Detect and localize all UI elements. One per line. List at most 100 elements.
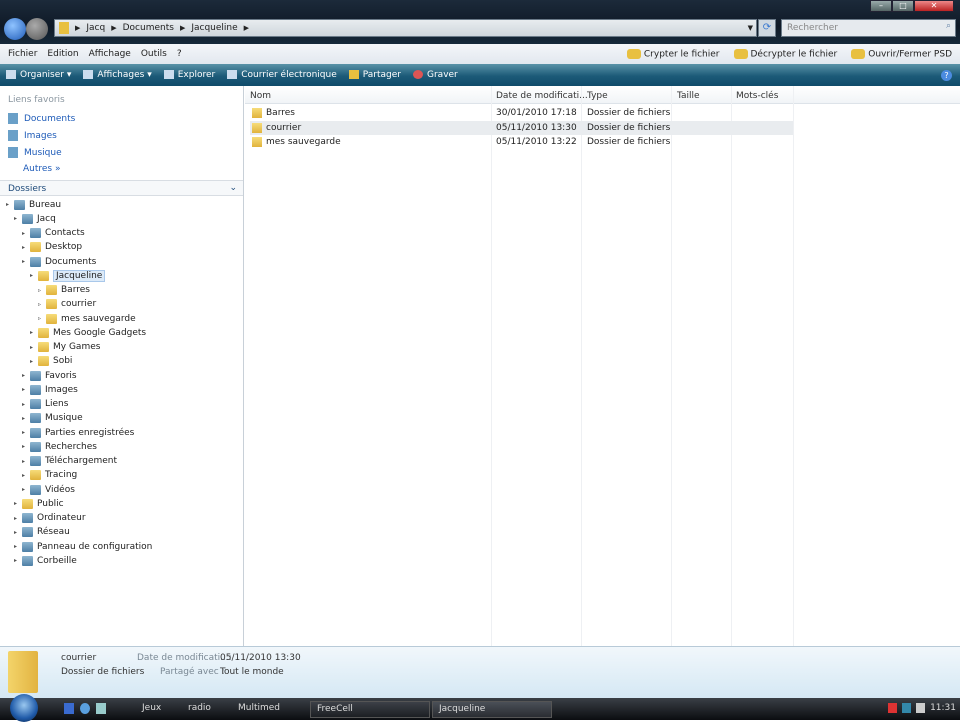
tree-item[interactable]: ▸ Ordinateur	[14, 512, 86, 525]
expand-toggle-icon[interactable]: ▸	[14, 215, 22, 222]
expand-toggle-icon[interactable]: ▸	[30, 329, 38, 336]
expand-toggle-icon[interactable]: ▸	[22, 401, 30, 408]
search-input[interactable]: Rechercher ⌕	[781, 19, 956, 37]
tree-item[interactable]: ▸ Images	[22, 383, 78, 396]
minimize-button[interactable]: –	[870, 0, 892, 12]
email-button[interactable]: Courrier électronique	[227, 70, 337, 80]
menu-affichage[interactable]: Affichage	[89, 49, 131, 59]
chevron-down-icon[interactable]: ▼	[748, 24, 753, 32]
tree-item[interactable]: ▸ Contacts	[22, 227, 85, 240]
decrypt-file-button[interactable]: Décrypter le fichier	[733, 48, 837, 59]
expand-toggle-icon[interactable]: ▸	[14, 529, 22, 536]
breadcrumb-documents[interactable]: Documents	[123, 23, 174, 33]
toolbar-multimed[interactable]: Multimed	[232, 701, 286, 718]
expand-toggle-icon[interactable]: ▸	[22, 372, 30, 379]
file-row[interactable]: Barres 30/01/2010 17:18 Dossier de fichier…	[250, 106, 793, 120]
menu-fichier[interactable]: Fichier	[8, 49, 37, 59]
favorite-documents[interactable]: Documents	[8, 113, 75, 124]
expand-toggle-icon[interactable]: ▸	[22, 386, 30, 393]
expand-toggle-icon[interactable]: ▸	[30, 344, 38, 351]
forward-button[interactable]	[26, 18, 48, 40]
expand-toggle-icon[interactable]: ▸	[30, 358, 38, 365]
favorite-music[interactable]: Musique	[8, 147, 62, 158]
tree-item[interactable]: ▸ Recherches	[22, 440, 97, 453]
favorite-images[interactable]: Images	[8, 130, 57, 141]
tree-item[interactable]: ▸ Jacqueline	[30, 269, 106, 282]
tree-item[interactable]: ▸ Vidéos	[22, 483, 75, 496]
expand-toggle-icon[interactable]: ▸	[22, 486, 30, 493]
expand-toggle-icon[interactable]: ▸	[14, 543, 22, 550]
back-button[interactable]	[4, 18, 26, 40]
taskbar-freecell[interactable]: FreeCell	[310, 701, 430, 718]
file-row[interactable]: courrier 05/11/2010 13:30 Dossier de fichi…	[250, 120, 793, 135]
tree-item[interactable]: ▸ Mes Google Gadgets	[30, 326, 146, 339]
expand-toggle-icon[interactable]: ▸	[22, 258, 30, 265]
tree-item[interactable]: ▸ Bureau	[6, 198, 61, 211]
column-type[interactable]: Type	[587, 91, 608, 101]
column-tags[interactable]: Mots-clés	[736, 91, 778, 101]
explore-button[interactable]: Explorer	[163, 70, 215, 80]
maximize-button[interactable]: □	[892, 0, 914, 12]
expand-toggle-icon[interactable]: ▸	[6, 201, 14, 208]
expand-toggle-icon[interactable]: ▸	[14, 500, 22, 507]
show-desktop-icon[interactable]	[64, 703, 74, 714]
expand-toggle-icon[interactable]: ▹	[38, 287, 46, 294]
tray-icon[interactable]	[888, 703, 898, 713]
internet-explorer-icon[interactable]	[80, 703, 90, 714]
network-icon[interactable]	[902, 703, 912, 713]
open-close-psd-button[interactable]: Ouvrir/Fermer PSD	[851, 48, 952, 59]
share-button[interactable]: Partager	[348, 70, 401, 80]
expand-toggle-icon[interactable]: ▸	[22, 429, 30, 436]
tree-item[interactable]: ▸ Desktop	[22, 241, 82, 254]
tree-item[interactable]: ▸ Parties enregistrées	[22, 426, 134, 439]
expand-toggle-icon[interactable]: ▸	[14, 515, 22, 522]
column-size[interactable]: Taille	[677, 91, 700, 101]
help-icon[interactable]: ?	[941, 69, 952, 81]
breadcrumb-jacq[interactable]: Jacq	[86, 23, 105, 33]
expand-toggle-icon[interactable]: ▸	[22, 244, 30, 251]
organize-button[interactable]: Organiser ▾	[6, 70, 71, 80]
switch-windows-icon[interactable]	[96, 703, 106, 714]
tree-item[interactable]: ▸ Documents	[22, 255, 96, 268]
expand-toggle-icon[interactable]: ▹	[38, 301, 46, 308]
tree-item[interactable]: ▹ mes sauvegarde	[38, 312, 136, 325]
clock[interactable]: 11:31	[930, 703, 956, 713]
taskbar-jacqueline[interactable]: Jacqueline	[432, 701, 552, 718]
refresh-button[interactable]: ⟳	[758, 19, 776, 37]
tree-item[interactable]: ▸ Réseau	[14, 526, 70, 539]
tree-item[interactable]: ▸ Musique	[22, 412, 83, 425]
expand-toggle-icon[interactable]: ▸	[22, 443, 30, 450]
expand-toggle-icon[interactable]: ▸	[22, 458, 30, 465]
tree-item[interactable]: ▹ Barres	[38, 284, 90, 297]
address-bar[interactable]: ▶ Jacq ▶ Documents ▶ Jacqueline ▶ ▼	[54, 19, 757, 37]
burn-button[interactable]: Graver	[413, 70, 458, 80]
more-favorites-link[interactable]: Autres »	[23, 164, 61, 174]
tree-item[interactable]: ▸ Jacq	[14, 212, 56, 225]
tree-item[interactable]: ▹ courrier	[38, 298, 96, 311]
menu-help[interactable]: ?	[177, 49, 182, 59]
tree-item[interactable]: ▸ Public	[14, 497, 64, 510]
tree-item[interactable]: ▸ Tracing	[22, 469, 77, 482]
start-button[interactable]	[10, 694, 38, 722]
menu-outils[interactable]: Outils	[141, 49, 167, 59]
tree-item[interactable]: ▸ Corbeille	[14, 554, 77, 567]
close-button[interactable]: ✕	[914, 0, 954, 12]
tree-item[interactable]: ▸ Téléchargement	[22, 455, 117, 468]
breadcrumb-jacqueline[interactable]: Jacqueline	[191, 23, 237, 33]
column-date[interactable]: Date de modificati...	[496, 91, 588, 101]
views-button[interactable]: Affichages ▾	[83, 70, 152, 80]
tree-item[interactable]: ▸ Sobi	[30, 355, 72, 368]
toolbar-jeux[interactable]: Jeux	[136, 701, 167, 718]
search-icon[interactable]: ⌕	[946, 21, 951, 31]
toolbar-radio[interactable]: radio	[182, 701, 217, 718]
file-row[interactable]: mes sauvegarde 05/11/2010 13:22 Dossier de…	[250, 135, 793, 149]
encrypt-file-button[interactable]: Crypter le fichier	[626, 48, 720, 59]
tree-item[interactable]: ▸ Panneau de configuration	[14, 540, 152, 553]
expand-toggle-icon[interactable]: ▸	[22, 415, 30, 422]
menu-edition[interactable]: Edition	[47, 49, 78, 59]
expand-toggle-icon[interactable]: ▸	[14, 557, 22, 564]
folders-header[interactable]: Dossiers ⌄	[0, 180, 243, 196]
column-name[interactable]: Nom	[250, 91, 271, 101]
expand-toggle-icon[interactable]: ▸	[22, 472, 30, 479]
expand-toggle-icon[interactable]: ▸	[22, 230, 30, 237]
